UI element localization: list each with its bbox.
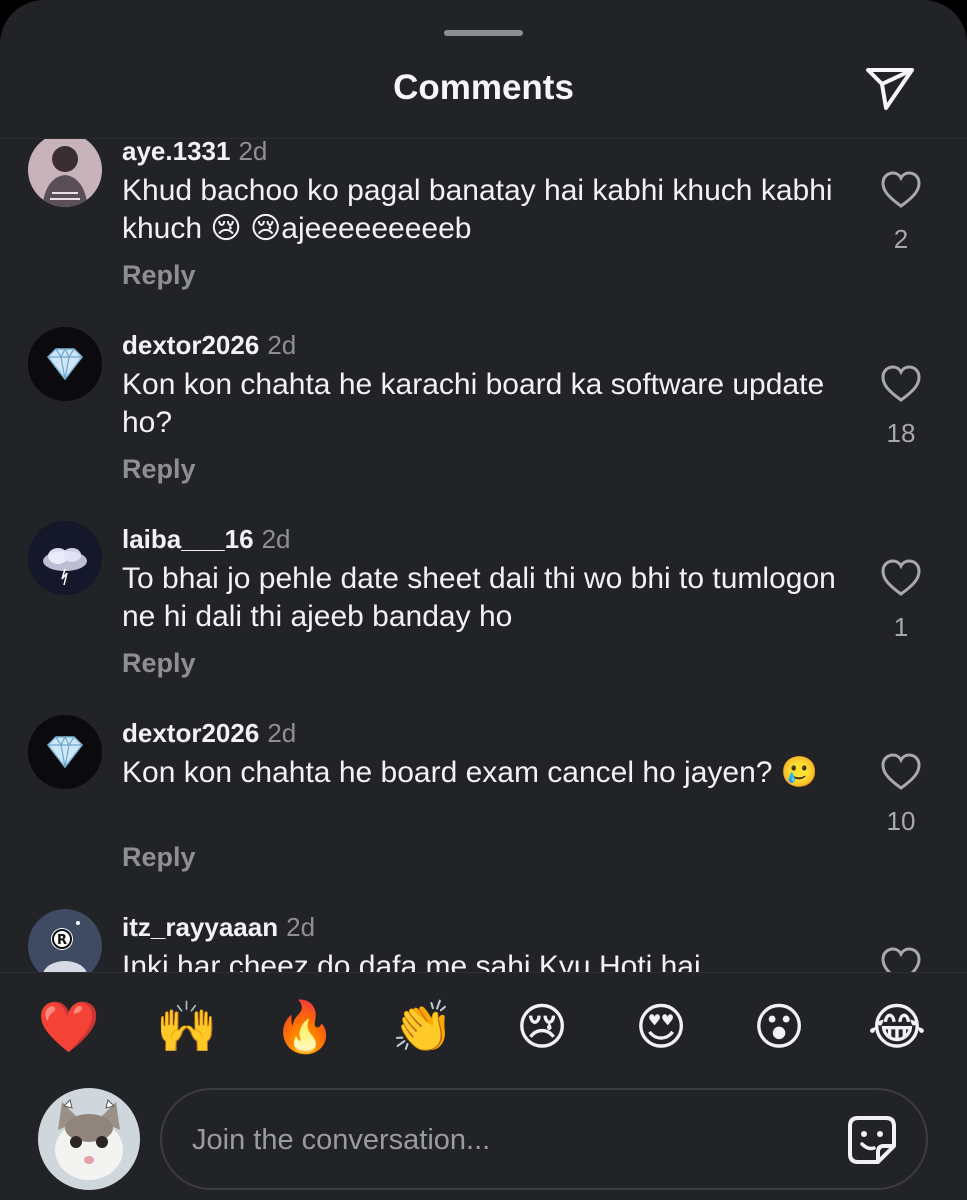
like-count: 10 <box>886 806 916 836</box>
timestamp: 2d <box>238 139 268 166</box>
surprised-face-reaction[interactable]: 😮 <box>744 992 814 1062</box>
comment-text: Kon kon chahta he board exam cancel ho j… <box>122 756 819 789</box>
timestamp: 2d <box>261 524 291 554</box>
diamond-icon <box>28 715 102 789</box>
red-heart-reaction[interactable]: ❤️ <box>34 992 104 1062</box>
comment-input[interactable] <box>190 1110 814 1170</box>
clapping-hands-reaction[interactable]: 👏 <box>388 992 458 1062</box>
page-title: Comments <box>393 68 574 107</box>
timestamp: 2d <box>267 330 297 360</box>
cloud-photo-icon <box>28 521 102 595</box>
reply-button[interactable]: Reply <box>122 257 196 293</box>
heart-outline-icon <box>881 753 921 790</box>
comment-text: Inki har cheez do dafa me sahi Kyu Hoti … <box>122 950 701 972</box>
emoji-bar-divider <box>0 972 967 973</box>
avatar[interactable]: R <box>28 909 102 972</box>
avatar[interactable] <box>28 139 102 207</box>
like-button[interactable] <box>879 558 923 598</box>
username[interactable]: dextor2026 <box>122 718 259 748</box>
drag-handle[interactable] <box>444 30 523 36</box>
sticker-button[interactable] <box>844 1112 900 1168</box>
like-button[interactable] <box>879 364 923 404</box>
comment-item: aye.1331 2d Khud bachoo ko pagal banatay … <box>0 139 967 327</box>
heart-outline-icon <box>881 947 921 972</box>
reply-button[interactable]: Reply <box>122 645 196 681</box>
heart-outline-icon <box>881 559 921 596</box>
avatar[interactable] <box>28 327 102 401</box>
comment-item: R itz_rayyaaan 2d Inki har cheez do dafa … <box>0 909 967 972</box>
timestamp: 2d <box>267 718 297 748</box>
profile-photo-icon <box>28 139 102 207</box>
heart-outline-icon <box>881 365 921 402</box>
sticker-icon <box>848 1116 896 1164</box>
comment-text: Khud bachoo ko pagal banatay hai kabhi k… <box>122 174 833 245</box>
registered-logo-icon: R <box>28 909 102 972</box>
like-count: 2 <box>893 224 909 254</box>
comment-item: laiba___16 2d To bhai jo pehle date sheet… <box>0 521 967 715</box>
reply-button[interactable]: Reply <box>122 451 196 487</box>
like-button[interactable] <box>879 752 923 792</box>
comment-text: To bhai jo pehle date sheet dali thi wo … <box>122 562 836 633</box>
crying-face-reaction[interactable]: 😢 <box>507 992 577 1062</box>
username[interactable]: dextor2026 <box>122 330 259 360</box>
username[interactable]: aye.1331 <box>122 139 230 166</box>
comments-sheet: Comments aye.1331 2d Khud bachoo ko pagal… <box>0 0 967 1200</box>
comment-text: Kon kon chahta he karachi board ka softw… <box>122 368 825 439</box>
comment-item: dextor2026 2d Kon kon chahta he board exa… <box>0 715 967 909</box>
username[interactable]: itz_rayyaaan <box>122 912 278 942</box>
diamond-icon <box>28 327 102 401</box>
avatar[interactable] <box>28 521 102 595</box>
like-count: 1 <box>893 612 909 642</box>
heart-outline-icon <box>881 171 921 208</box>
quick-reactions-bar: ❤️ 🙌 🔥 👏 😢 😍 😮 😂 <box>0 992 967 1062</box>
raising-hands-reaction[interactable]: 🙌 <box>152 992 222 1062</box>
fire-reaction[interactable]: 🔥 <box>270 992 340 1062</box>
like-button[interactable] <box>879 170 923 210</box>
reply-button[interactable]: Reply <box>122 839 196 875</box>
paper-plane-icon <box>866 68 914 110</box>
svg-text:R: R <box>57 933 67 948</box>
username[interactable]: laiba___16 <box>122 524 254 554</box>
like-count: 18 <box>886 418 916 448</box>
share-button[interactable] <box>862 62 918 114</box>
heart-eyes-reaction[interactable]: 😍 <box>626 992 696 1062</box>
timestamp: 2d <box>286 912 316 942</box>
avatar[interactable] <box>28 715 102 789</box>
tears-of-joy-reaction[interactable]: 😂 <box>862 992 932 1062</box>
kitten-photo-icon <box>38 1088 140 1190</box>
comment-list[interactable]: aye.1331 2d Khud bachoo ko pagal banatay … <box>0 139 967 972</box>
comment-item: dextor2026 2d Kon kon chahta he karachi b… <box>0 327 967 521</box>
comment-composer[interactable] <box>160 1088 928 1190</box>
current-user-avatar[interactable] <box>38 1088 140 1190</box>
like-button[interactable] <box>879 946 923 972</box>
